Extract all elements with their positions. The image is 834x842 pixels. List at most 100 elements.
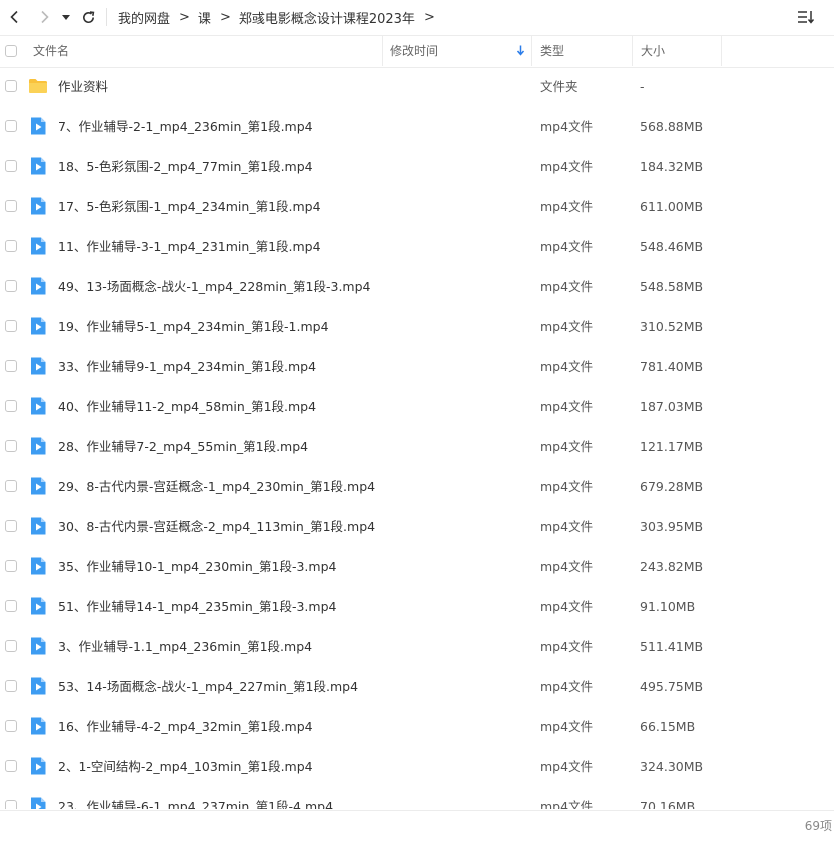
- file-name[interactable]: 53、14-场面概念-战火-1_mp4_227min_第1段.mp4: [58, 667, 358, 706]
- file-type: mp4文件: [540, 639, 594, 654]
- sort-menu-button[interactable]: [796, 7, 816, 27]
- toolbar-divider: [106, 8, 107, 26]
- file-type: mp4文件: [540, 119, 594, 134]
- file-row[interactable]: 30、8-古代内景-宫廷概念-2_mp4_113min_第1段.mp4 mp4文件…: [0, 507, 834, 547]
- file-name[interactable]: 11、作业辅导-3-1_mp4_231min_第1段.mp4: [58, 227, 321, 266]
- file-name[interactable]: 2、1-空间结构-2_mp4_103min_第1段.mp4: [58, 747, 313, 786]
- column-header-size-label: 大小: [641, 44, 666, 58]
- file-row[interactable]: 49、13-场面概念-战火-1_mp4_228min_第1段-3.mp4 mp4文…: [0, 267, 834, 307]
- file-name[interactable]: 35、作业辅导10-1_mp4_230min_第1段-3.mp4: [58, 547, 336, 586]
- file-name[interactable]: 18、5-色彩氛围-2_mp4_77min_第1段.mp4: [58, 147, 313, 186]
- file-name[interactable]: 23、作业辅导-6-1_mp4_237min_第1段-4.mp4: [58, 787, 333, 809]
- file-row[interactable]: 28、作业辅导7-2_mp4_55min_第1段.mp4 mp4文件 121.17M…: [0, 427, 834, 467]
- file-type: mp4文件: [540, 199, 594, 214]
- file-size: 91.10MB: [640, 599, 696, 614]
- row-checkbox[interactable]: [5, 720, 17, 732]
- file-type: mp4文件: [540, 519, 594, 534]
- file-name[interactable]: 19、作业辅导5-1_mp4_234min_第1段-1.mp4: [58, 307, 329, 346]
- file-row[interactable]: 40、作业辅导11-2_mp4_58min_第1段.mp4 mp4文件 187.03…: [0, 387, 834, 427]
- file-name[interactable]: 33、作业辅导9-1_mp4_234min_第1段.mp4: [58, 347, 316, 386]
- row-checkbox[interactable]: [5, 80, 17, 92]
- file-type: mp4文件: [540, 719, 594, 734]
- file-type: 文件夹: [540, 79, 578, 94]
- video-file-icon: [28, 116, 48, 136]
- file-name[interactable]: 51、作业辅导14-1_mp4_235min_第1段-3.mp4: [58, 587, 336, 626]
- row-checkbox[interactable]: [5, 680, 17, 692]
- file-size: 66.15MB: [640, 719, 696, 734]
- video-file-icon: [28, 196, 48, 216]
- file-row[interactable]: 35、作业辅导10-1_mp4_230min_第1段-3.mp4 mp4文件 243…: [0, 547, 834, 587]
- file-size: 187.03MB: [640, 399, 704, 414]
- file-row[interactable]: 23、作业辅导-6-1_mp4_237min_第1段-4.mp4 mp4文件 70.…: [0, 787, 834, 809]
- file-name[interactable]: 16、作业辅导-4-2_mp4_32min_第1段.mp4: [58, 707, 313, 746]
- row-checkbox[interactable]: [5, 640, 17, 652]
- file-row[interactable]: 19、作业辅导5-1_mp4_234min_第1段-1.mp4 mp4文件 310.…: [0, 307, 834, 347]
- file-name[interactable]: 17、5-色彩氛围-1_mp4_234min_第1段.mp4: [58, 187, 321, 226]
- row-checkbox[interactable]: [5, 480, 17, 492]
- file-row[interactable]: 18、5-色彩氛围-2_mp4_77min_第1段.mp4 mp4文件 184.32…: [0, 147, 834, 187]
- sort-list-icon: [798, 11, 815, 24]
- file-type: mp4文件: [540, 399, 594, 414]
- video-file-icon: [28, 676, 48, 696]
- row-checkbox[interactable]: [5, 160, 17, 172]
- back-button[interactable]: [4, 6, 26, 28]
- file-type: mp4文件: [540, 279, 594, 294]
- history-dropdown-button[interactable]: [57, 6, 75, 28]
- file-name[interactable]: 3、作业辅导-1.1_mp4_236min_第1段.mp4: [58, 627, 312, 666]
- file-name[interactable]: 作业资料: [58, 67, 108, 106]
- file-row[interactable]: 17、5-色彩氛围-1_mp4_234min_第1段.mp4 mp4文件 611.0…: [0, 187, 834, 227]
- select-all-checkbox[interactable]: [5, 45, 17, 57]
- file-name[interactable]: 30、8-古代内景-宫廷概念-2_mp4_113min_第1段.mp4: [58, 507, 375, 546]
- file-row[interactable]: 7、作业辅导-2-1_mp4_236min_第1段.mp4 mp4文件 568.88…: [0, 107, 834, 147]
- refresh-icon: [82, 10, 94, 23]
- file-size: 243.82MB: [640, 559, 704, 574]
- file-type: mp4文件: [540, 559, 594, 574]
- file-row[interactable]: 2、1-空间结构-2_mp4_103min_第1段.mp4 mp4文件 324.30…: [0, 747, 834, 787]
- row-checkbox[interactable]: [5, 280, 17, 292]
- file-name[interactable]: 40、作业辅导11-2_mp4_58min_第1段.mp4: [58, 387, 316, 426]
- file-row[interactable]: 3、作业辅导-1.1_mp4_236min_第1段.mp4 mp4文件 511.41…: [0, 627, 834, 667]
- file-row[interactable]: 作业资料 文件夹 -: [0, 67, 834, 107]
- row-checkbox[interactable]: [5, 240, 17, 252]
- row-checkbox[interactable]: [5, 440, 17, 452]
- breadcrumb-item-my-drive[interactable]: 我的网盘: [118, 8, 170, 27]
- file-manager-window: 我的网盘 > 课 > 郑彧电影概念设计课程2023年 > 文件名 修改时间 类型: [0, 0, 834, 842]
- file-size: 568.88MB: [640, 119, 704, 134]
- row-checkbox[interactable]: [5, 360, 17, 372]
- forward-button[interactable]: [33, 6, 55, 28]
- file-size: 495.75MB: [640, 679, 704, 694]
- file-row[interactable]: 29、8-古代内景-宫廷概念-1_mp4_230min_第1段.mp4 mp4文件…: [0, 467, 834, 507]
- file-size: -: [640, 79, 645, 94]
- row-checkbox[interactable]: [5, 120, 17, 132]
- video-file-icon: [28, 756, 48, 776]
- file-row[interactable]: 53、14-场面概念-战火-1_mp4_227min_第1段.mp4 mp4文件 4…: [0, 667, 834, 707]
- file-row[interactable]: 16、作业辅导-4-2_mp4_32min_第1段.mp4 mp4文件 66.15M…: [0, 707, 834, 747]
- column-header-modified[interactable]: 修改时间: [382, 36, 531, 66]
- chevron-left-icon: [10, 10, 18, 24]
- file-list[interactable]: 作业资料 文件夹 - 7、作业辅导-2-1_mp4_236min_第1段.mp4 mp4…: [0, 67, 834, 809]
- file-name[interactable]: 49、13-场面概念-战火-1_mp4_228min_第1段-3.mp4: [58, 267, 371, 306]
- status-bar: 69项: [0, 810, 834, 842]
- file-row[interactable]: 51、作业辅导14-1_mp4_235min_第1段-3.mp4 mp4文件 91.…: [0, 587, 834, 627]
- breadcrumb-item-course[interactable]: 课: [198, 8, 211, 27]
- column-header-size[interactable]: 大小: [632, 36, 722, 66]
- file-row[interactable]: 11、作业辅导-3-1_mp4_231min_第1段.mp4 mp4文件 548.4…: [0, 227, 834, 267]
- column-header-type[interactable]: 类型: [531, 36, 632, 66]
- refresh-button[interactable]: [77, 6, 99, 28]
- row-checkbox[interactable]: [5, 400, 17, 412]
- breadcrumb-item-current-folder[interactable]: 郑彧电影概念设计课程2023年: [239, 8, 415, 27]
- row-checkbox[interactable]: [5, 800, 17, 809]
- file-name[interactable]: 29、8-古代内景-宫廷概念-1_mp4_230min_第1段.mp4: [58, 467, 375, 506]
- row-checkbox[interactable]: [5, 600, 17, 612]
- column-header-name[interactable]: 文件名: [33, 36, 381, 66]
- row-checkbox[interactable]: [5, 560, 17, 572]
- row-checkbox[interactable]: [5, 520, 17, 532]
- file-row[interactable]: 33、作业辅导9-1_mp4_234min_第1段.mp4 mp4文件 781.40…: [0, 347, 834, 387]
- breadcrumb-separator[interactable]: >: [424, 10, 435, 25]
- file-name[interactable]: 28、作业辅导7-2_mp4_55min_第1段.mp4: [58, 427, 308, 466]
- video-file-icon: [28, 156, 48, 176]
- row-checkbox[interactable]: [5, 200, 17, 212]
- row-checkbox[interactable]: [5, 320, 17, 332]
- row-checkbox[interactable]: [5, 760, 17, 772]
- file-name[interactable]: 7、作业辅导-2-1_mp4_236min_第1段.mp4: [58, 107, 313, 146]
